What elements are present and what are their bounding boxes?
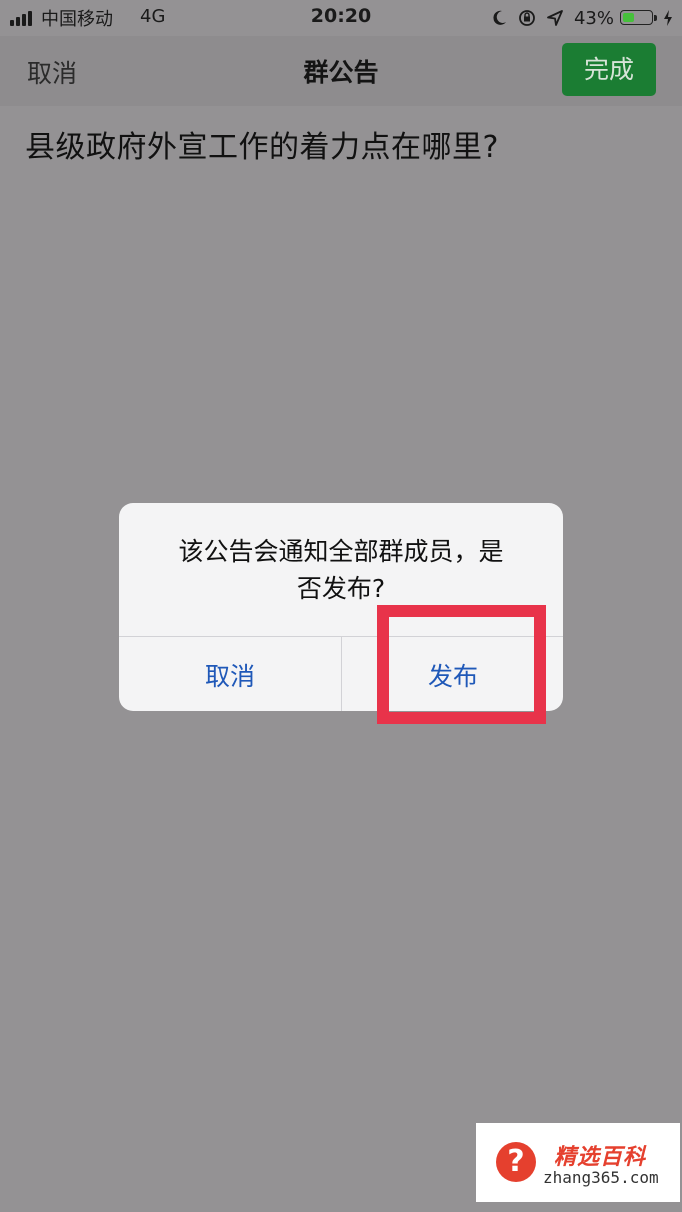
alert-message: 该公告会通知全部群成员，是 否发布? [149, 533, 533, 607]
battery-percent: 43% [573, 7, 614, 29]
alert-message-line1: 该公告会通知全部群成员，是 [178, 537, 504, 566]
lock-rotation-icon [519, 10, 535, 26]
watermark-title: 精选百科 [554, 1145, 647, 1170]
status-bar: 中国移动 4G 20:20 43% [0, 0, 682, 36]
watermark-logo: ? 精选百科 zhang365.com [476, 1123, 680, 1202]
nav-bar: 取消 群公告 完成 [0, 36, 682, 106]
watermark-url: zhang365.com [543, 1168, 659, 1187]
highlight-annotation [377, 605, 546, 724]
announcement-text[interactable]: 县级政府外宣工作的着力点在哪里? [25, 122, 499, 166]
question-icon: ? [496, 1142, 536, 1182]
alert-cancel-button[interactable]: 取消 [119, 637, 341, 711]
alert-message-line2: 否发布? [296, 574, 386, 603]
location-icon [547, 10, 563, 26]
status-icons: 43% [490, 6, 674, 30]
charging-icon [664, 10, 672, 26]
battery-icon [620, 9, 658, 27]
moon-icon [493, 10, 506, 25]
done-button[interactable]: 完成 [562, 43, 656, 96]
